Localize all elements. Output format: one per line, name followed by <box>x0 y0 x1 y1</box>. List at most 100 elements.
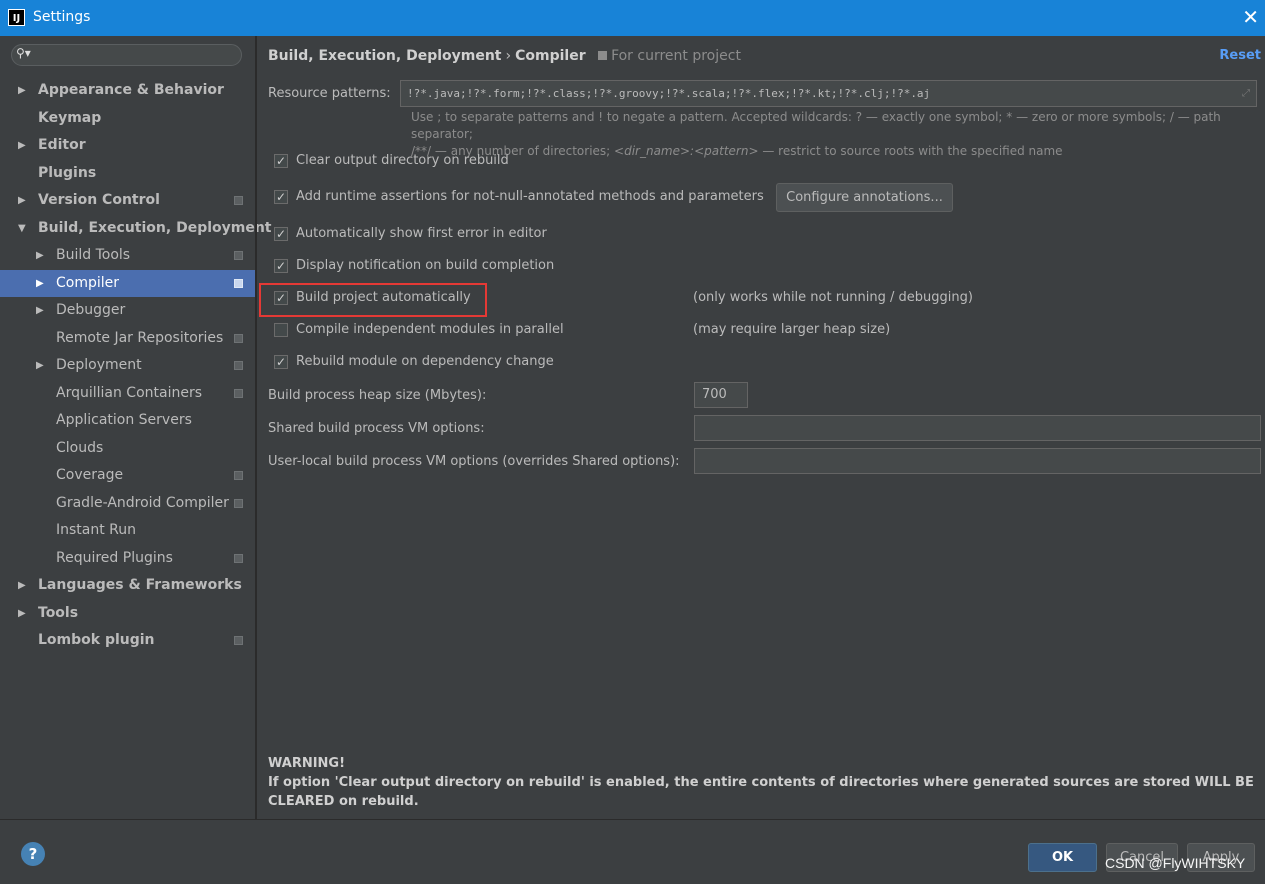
sidebar-item[interactable]: ▶ Debugger <box>0 297 255 324</box>
chevron-down-icon[interactable]: ▼ <box>18 215 26 242</box>
scope-label: For current project <box>611 48 741 64</box>
project-scope-icon <box>234 278 243 288</box>
sidebar-item[interactable]: ▶ Appearance & Behavior <box>0 77 255 104</box>
sidebar-item-label: Keymap <box>38 109 102 126</box>
sidebar-item-label: Editor <box>38 137 86 153</box>
project-scope-icon <box>234 636 243 645</box>
window-title: Settings <box>33 9 91 25</box>
sidebar-item[interactable]: Gradle-Android Compiler <box>0 490 255 517</box>
resource-patterns-field[interactable]: !?*.java;!?*.form;!?*.class;!?*.groovy;!… <box>400 80 1257 107</box>
rebuild-dependency-label: Rebuild module on dependency change <box>296 354 554 369</box>
project-scope-icon <box>234 388 243 398</box>
project-scope-icon <box>234 333 243 343</box>
ok-button[interactable]: OK <box>1028 843 1097 872</box>
sidebar-item[interactable]: ▼ Build, Execution, Deployment <box>0 215 272 242</box>
runtime-assertions-check[interactable]: ✓ <box>274 190 288 204</box>
show-first-error-check[interactable]: ✓ <box>274 227 288 241</box>
clear-output-label: Clear output directory on rebuild <box>296 153 509 168</box>
sidebar-item[interactable]: ▶ Build Tools <box>0 242 255 269</box>
warning-message: WARNING! If option 'Clear output directo… <box>268 754 1258 811</box>
close-icon[interactable]: ✕ <box>1242 6 1259 28</box>
rebuild-dependency-check[interactable]: ✓ <box>274 355 288 369</box>
sidebar-item[interactable]: ▶ Editor <box>0 132 255 159</box>
notify-completion-check[interactable]: ✓ <box>274 259 288 273</box>
sidebar-item-label: Application Servers <box>56 412 192 428</box>
configure-annotations-button[interactable]: Configure annotations... <box>776 183 953 212</box>
sidebar-item-label: Plugins <box>38 164 97 181</box>
sidebar-item-label: Languages & Frameworks <box>38 577 242 593</box>
breadcrumb: Build, Execution, Deployment › Compiler Fo… <box>268 48 741 64</box>
expand-icon[interactable]: ⤢ <box>1242 81 1250 106</box>
chevron-right-icon[interactable]: ▶ <box>18 132 26 159</box>
intellij-logo-icon: IJ <box>8 9 25 26</box>
sidebar-item[interactable]: Remote Jar Repositories <box>0 325 255 352</box>
chevron-right-icon[interactable]: ▶ <box>18 77 26 104</box>
search-input[interactable]: ⚲▾ <box>11 44 242 66</box>
show-first-error-label: Automatically show first error in editor <box>296 226 547 241</box>
resource-patterns-hint: Use ; to separate patterns and ! to nega… <box>411 109 1251 160</box>
breadcrumb-parent: Build, Execution, Deployment <box>268 48 502 64</box>
sidebar-item-label: Lombok plugin <box>38 632 155 648</box>
sidebar-item[interactable]: ▶ Tools <box>0 600 255 627</box>
project-scope-icon <box>598 51 608 60</box>
help-icon[interactable]: ? <box>21 842 45 866</box>
project-scope-icon <box>234 498 243 508</box>
chevron-right-icon[interactable]: ▶ <box>36 352 44 379</box>
sidebar-item[interactable]: Application Servers <box>0 407 255 434</box>
sidebar-item-label: Build, Execution, Deployment <box>38 219 272 236</box>
heap-size-input[interactable]: 700 <box>694 382 748 408</box>
sidebar-item-label: Clouds <box>56 439 104 456</box>
sidebar-item-label: Required Plugins <box>56 549 173 566</box>
chevron-right-icon[interactable]: ▶ <box>36 270 44 297</box>
sidebar-item[interactable]: Clouds <box>0 435 255 462</box>
sidebar-item-label: Version Control <box>38 192 160 208</box>
chevron-right-icon[interactable]: ▶ <box>18 600 26 627</box>
resource-patterns-label: Resource patterns: <box>268 86 391 101</box>
chevron-right-icon[interactable]: ▶ <box>36 297 44 324</box>
title-bar: IJ Settings ✕ <box>0 0 1265 36</box>
chevron-right-icon[interactable]: ▶ <box>18 187 26 214</box>
parallel-compile-check[interactable] <box>274 323 288 337</box>
sidebar-item[interactable]: Plugins <box>0 160 255 187</box>
search-icon: ⚲▾ <box>16 46 31 60</box>
sidebar-item[interactable]: Coverage <box>0 462 255 489</box>
project-scope-icon <box>234 196 243 205</box>
sidebar-item[interactable]: ▶ Deployment <box>0 352 255 379</box>
sidebar-item[interactable]: ▶ Compiler <box>0 269 255 297</box>
project-scope-icon <box>234 251 243 260</box>
project-scope-icon <box>234 553 243 563</box>
shared-vm-options-label: Shared build process VM options: <box>268 421 485 436</box>
settings-sidebar: ⚲▾ ▶ Appearance & Behavior Keymap ▶ Editor Pl… <box>0 36 272 819</box>
parallel-compile-label: Compile independent modules in parallel <box>296 322 564 337</box>
sidebar-item-label: Instant Run <box>56 522 137 538</box>
reset-link[interactable]: Reset <box>1219 48 1261 63</box>
runtime-assertions-label: Add runtime assertions for not-null-anno… <box>296 189 764 204</box>
hint-line-1: Use ; to separate patterns and ! to nega… <box>411 110 1221 141</box>
sidebar-item-label: Compiler <box>56 274 120 291</box>
watermark: CSDN @FlyWIHTSKY <box>1105 855 1246 871</box>
project-scope-icon <box>234 361 243 370</box>
sidebar-item-label: Deployment <box>56 357 142 373</box>
sidebar-item-label: Build Tools <box>56 247 131 263</box>
sidebar-item[interactable]: Instant Run <box>0 517 255 544</box>
sidebar-item[interactable]: Required Plugins <box>0 545 255 572</box>
compiler-settings-panel: Build, Execution, Deployment › Compiler Fo… <box>257 36 1265 819</box>
sidebar-item[interactable]: ▶ Languages & Frameworks <box>0 572 255 599</box>
sidebar-item-label: Debugger <box>56 302 126 318</box>
sidebar-item[interactable]: ▶ Version Control <box>0 187 255 214</box>
user-vm-options-label: User-local build process VM options (ove… <box>268 454 680 469</box>
clear-output-check[interactable]: ✓ <box>274 154 288 168</box>
shared-vm-options-input[interactable] <box>694 415 1261 441</box>
user-vm-options-input[interactable] <box>694 448 1261 474</box>
hint-line-2-part-c: — restrict to source roots with the spec… <box>758 144 1063 158</box>
chevron-right-icon[interactable]: ▶ <box>18 572 26 599</box>
chevron-right-icon[interactable]: ▶ <box>36 242 44 269</box>
sidebar-item[interactable]: Lombok plugin <box>0 627 255 654</box>
sidebar-item-label: Remote Jar Repositories <box>56 329 224 346</box>
hint-line-2: /**/ — any number of directories; <dir_n… <box>411 143 1251 160</box>
notify-completion-label: Display notification on build completion <box>296 258 555 273</box>
sidebar-item-label: Gradle-Android Compiler <box>56 494 229 511</box>
sidebar-item[interactable]: Arquillian Containers <box>0 380 255 407</box>
highlight-box <box>259 283 487 317</box>
sidebar-item[interactable]: Keymap <box>0 105 255 132</box>
